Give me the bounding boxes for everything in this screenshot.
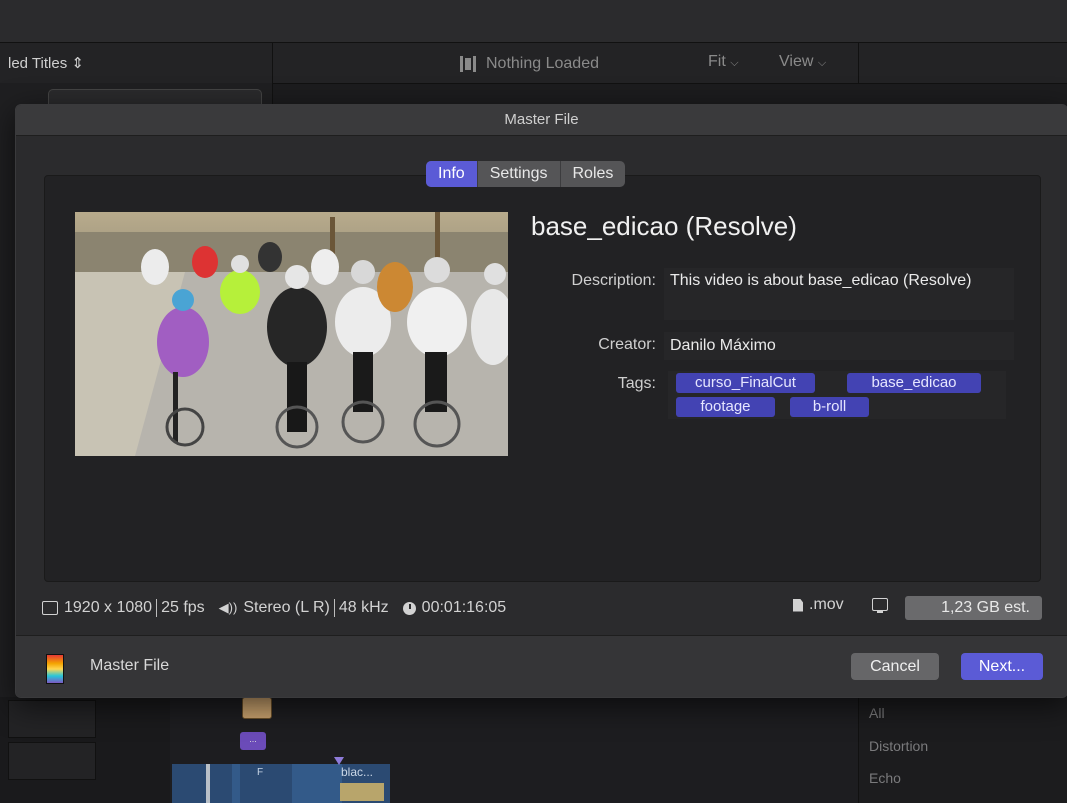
frame-size-icon — [42, 601, 58, 615]
timeline-purple-clip[interactable]: ... — [240, 732, 266, 750]
dialog-footer: Master File Cancel Next... — [16, 635, 1067, 697]
updown-chevron-icon: ⇕ — [71, 55, 84, 72]
cancel-button[interactable]: Cancel — [851, 653, 939, 680]
media-info-line: 1920 x 1080 25 fps ◀)) Stereo (L R) 48 k… — [42, 596, 506, 620]
viewer-status: Nothing Loaded — [486, 55, 599, 72]
estimated-size: 1,23 GB est. — [905, 596, 1042, 620]
master-file-icon — [46, 654, 64, 684]
video-thumbnail — [75, 212, 508, 456]
timeline-title-clip[interactable] — [242, 697, 272, 719]
browser-header: led Titles ⇕ — [0, 43, 273, 83]
divider — [333, 599, 335, 617]
clock-icon — [402, 601, 416, 615]
description-field[interactable]: This video is about base_edicao (Resolve… — [664, 268, 1014, 320]
file-title: base_edicao (Resolve) — [531, 211, 797, 241]
divider — [156, 599, 158, 617]
document-icon — [793, 598, 803, 612]
resolution: 1920 x 1080 — [64, 599, 153, 616]
view-menu[interactable]: View ⌵ — [779, 53, 826, 71]
chevron-down-icon: ⌵ — [817, 57, 827, 69]
playhead-marker[interactable] — [334, 757, 344, 765]
tag-token[interactable]: footage — [676, 397, 775, 417]
tag-token[interactable]: base_edicao — [847, 373, 981, 393]
viewer-header: Nothing Loaded — [460, 53, 599, 75]
clip-label: F — [257, 767, 264, 778]
divider — [858, 43, 859, 83]
next-button[interactable]: Next... — [961, 653, 1043, 680]
chevron-down-icon: ⌵ — [730, 57, 739, 69]
cyclists-image — [75, 212, 508, 456]
clip-edge — [206, 764, 210, 803]
tag-token[interactable]: b-roll — [790, 397, 869, 417]
tag-token[interactable]: curso_FinalCut — [676, 373, 815, 393]
browser-title-menu[interactable]: led Titles ⇕ — [8, 54, 84, 72]
effects-browser: All Distortion Echo — [858, 697, 1067, 803]
duration: 00:01:16:05 — [421, 599, 507, 616]
tags-label: Tags: — [617, 375, 656, 392]
description-label: Description: — [571, 272, 656, 289]
effects-item[interactable]: All — [869, 705, 885, 721]
tab-settings[interactable]: Settings — [476, 161, 560, 187]
clip-label: blac... — [341, 765, 374, 779]
film-icon — [460, 56, 476, 72]
destination-label: Master File — [90, 657, 170, 674]
speaker-icon: ◀)) — [218, 600, 238, 615]
app-toolbar: led Titles ⇕ Nothing Loaded Fit ⌵ View ⌵ — [0, 43, 1067, 84]
audio-channels: Stereo (L R) — [243, 599, 330, 616]
effects-item[interactable]: Echo — [869, 770, 901, 786]
index-panel-item — [8, 700, 96, 738]
monitor-icon — [872, 598, 888, 613]
tab-info[interactable]: Info — [426, 161, 477, 187]
frame-rate: 25 fps — [161, 599, 205, 616]
index-panel-item — [8, 742, 96, 780]
sample-rate: 48 kHz — [338, 599, 389, 616]
file-format: .mov — [793, 596, 844, 614]
creator-field[interactable]: Danilo Máximo — [664, 332, 1014, 360]
clip-segment — [232, 764, 240, 803]
clip-segment — [292, 764, 342, 803]
creator-label: Creator: — [598, 336, 656, 353]
effects-item[interactable]: Distortion — [869, 738, 928, 754]
tab-roles[interactable]: Roles — [559, 161, 626, 187]
app-window-top — [0, 0, 1067, 43]
dialog-title: Master File — [16, 105, 1067, 136]
format-label: .mov — [809, 596, 844, 613]
fit-menu[interactable]: Fit ⌵ — [708, 53, 739, 71]
clip-thumbnail — [340, 783, 384, 801]
tab-bar: Info Settings Roles — [426, 161, 626, 187]
share-dialog: Master File Info Settings Roles base_edi… — [15, 104, 1067, 698]
